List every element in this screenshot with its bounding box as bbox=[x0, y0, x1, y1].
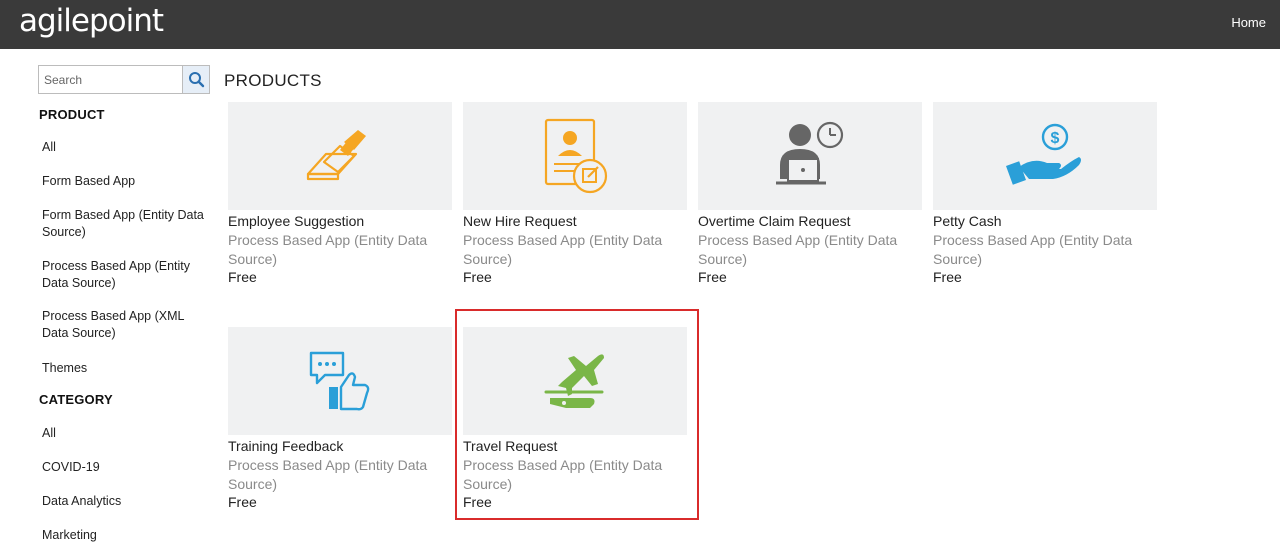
product-filter-process-xml[interactable]: Process Based App (XML Data Source) bbox=[42, 308, 212, 342]
product-thumbnail bbox=[698, 102, 922, 210]
category-filter-all[interactable]: All bbox=[42, 425, 212, 442]
product-price: Free bbox=[933, 269, 962, 285]
vote-icon bbox=[306, 130, 366, 181]
search-button[interactable] bbox=[182, 66, 209, 93]
product-card-travel-request[interactable]: Travel Request Process Based App (Entity… bbox=[463, 327, 687, 517]
svg-text:$: $ bbox=[1051, 130, 1060, 147]
product-filter-process-entity[interactable]: Process Based App (Entity Data Source) bbox=[42, 258, 212, 292]
category-filter-covid-19[interactable]: COVID-19 bbox=[42, 459, 212, 476]
category-filter-heading: CATEGORY bbox=[39, 392, 113, 407]
feedback-icon bbox=[309, 351, 370, 411]
product-title: Petty Cash bbox=[933, 213, 1002, 229]
new-hire-icon bbox=[544, 118, 608, 194]
product-thumbnail: $ bbox=[933, 102, 1157, 210]
product-card-employee-suggestion[interactable]: Employee Suggestion Process Based App (E… bbox=[228, 102, 452, 292]
product-filter-form-based-app[interactable]: Form Based App bbox=[42, 173, 212, 190]
product-thumbnail bbox=[463, 327, 687, 435]
product-thumbnail bbox=[228, 102, 452, 210]
product-type: Process Based App (Entity Data Source) bbox=[933, 232, 1133, 267]
product-price: Free bbox=[228, 494, 257, 510]
overtime-icon bbox=[776, 121, 844, 185]
agilepoint-logo[interactable]: agilepoint bbox=[19, 3, 164, 39]
search-box bbox=[38, 65, 210, 94]
product-title: Training Feedback bbox=[228, 438, 344, 454]
product-card-petty-cash[interactable]: $ Petty Cash Process Based App (Entity D… bbox=[933, 102, 1157, 292]
product-card-overtime-claim-request[interactable]: Overtime Claim Request Process Based App… bbox=[698, 102, 922, 292]
product-type: Process Based App (Entity Data Source) bbox=[698, 232, 898, 267]
product-thumbnail bbox=[228, 327, 452, 435]
product-price: Free bbox=[698, 269, 727, 285]
product-type: Process Based App (Entity Data Source) bbox=[463, 232, 663, 267]
product-filter-themes[interactable]: Themes bbox=[42, 360, 212, 377]
page-title: PRODUCTS bbox=[224, 71, 322, 90]
product-type: Process Based App (Entity Data Source) bbox=[228, 232, 428, 267]
product-card-training-feedback[interactable]: Training Feedback Process Based App (Ent… bbox=[228, 327, 452, 517]
category-filter-data-analytics[interactable]: Data Analytics bbox=[42, 493, 212, 510]
petty-cash-icon: $ bbox=[1006, 123, 1081, 185]
category-filter-marketing[interactable]: Marketing bbox=[42, 527, 212, 543]
product-card-new-hire-request[interactable]: New Hire Request Process Based App (Enti… bbox=[463, 102, 687, 292]
product-price: Free bbox=[463, 494, 492, 510]
product-type: Process Based App (Entity Data Source) bbox=[228, 457, 428, 492]
travel-icon bbox=[544, 354, 604, 408]
product-price: Free bbox=[463, 269, 492, 285]
search-input[interactable] bbox=[39, 66, 183, 93]
product-title: Employee Suggestion bbox=[228, 213, 365, 229]
product-thumbnail bbox=[463, 102, 687, 210]
home-link[interactable]: Home bbox=[1231, 15, 1266, 30]
search-icon bbox=[189, 72, 205, 88]
top-bar: agilepoint Home bbox=[0, 0, 1280, 49]
product-filter-heading: PRODUCT bbox=[39, 107, 105, 122]
product-title: New Hire Request bbox=[463, 213, 577, 229]
product-filter-all[interactable]: All bbox=[42, 139, 212, 156]
product-title: Overtime Claim Request bbox=[698, 213, 851, 229]
product-price: Free bbox=[228, 269, 257, 285]
product-type: Process Based App (Entity Data Source) bbox=[463, 457, 663, 492]
product-filter-form-entity[interactable]: Form Based App (Entity Data Source) bbox=[42, 207, 212, 241]
product-title: Travel Request bbox=[463, 438, 558, 454]
